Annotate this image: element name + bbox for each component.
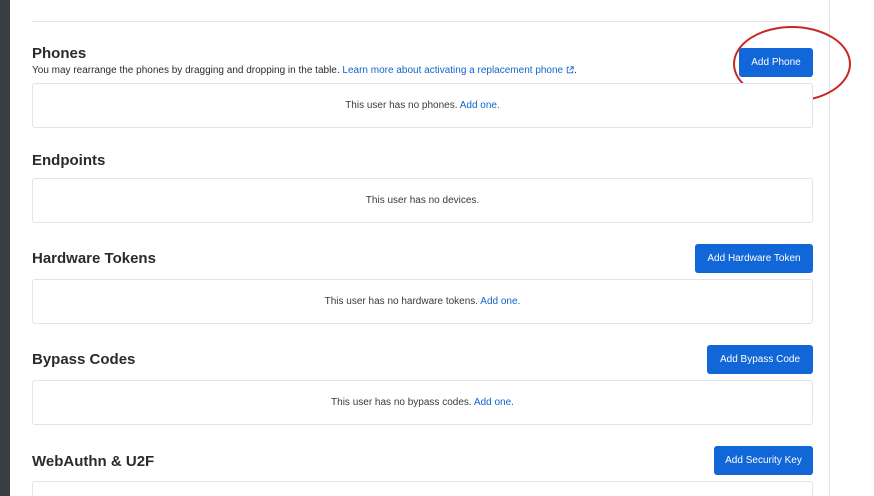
hardware-tokens-empty-message: This user has no hardware tokens. Add on…: [325, 296, 521, 307]
external-link-icon: [566, 66, 574, 74]
phones-description-end: .: [574, 65, 577, 76]
add-security-key-button[interactable]: Add Security Key: [714, 446, 813, 475]
endpoints-empty-message: This user has no devices.: [365, 195, 480, 206]
endpoints-section-title: Endpoints: [32, 152, 106, 169]
phones-description: You may rearrange the phones by dragging…: [32, 65, 577, 77]
hardware-tokens-empty-text: This user has no hardware tokens.: [324, 296, 479, 307]
top-divider: [32, 21, 813, 22]
add-hardware-token-link[interactable]: Add one.: [480, 296, 520, 307]
add-phone-link[interactable]: Add one.: [460, 100, 500, 111]
bypass-codes-empty-text: This user has no bypass codes.: [331, 397, 472, 408]
add-phone-button[interactable]: Add Phone: [739, 48, 813, 77]
content-panel: Phones You may rearrange the phones by d…: [10, 0, 851, 496]
webauthn-table: [32, 481, 813, 496]
learn-more-replacement-phone-link[interactable]: Learn more about activating a replacemen…: [342, 65, 574, 76]
bypass-codes-section-title: Bypass Codes: [32, 351, 136, 368]
phones-section-title: Phones: [32, 45, 87, 62]
bypass-codes-empty-table: This user has no bypass codes. Add one.: [32, 380, 813, 425]
left-sidebar-rail: [0, 0, 10, 496]
webauthn-section-title: WebAuthn & U2F: [32, 453, 155, 470]
phones-empty-table: This user has no phones. Add one.: [32, 83, 813, 128]
hardware-tokens-section-title: Hardware Tokens: [32, 250, 156, 267]
add-bypass-code-button[interactable]: Add Bypass Code: [707, 345, 813, 374]
endpoints-empty-table: This user has no devices.: [32, 178, 813, 223]
learn-more-link-text: Learn more about activating a replacemen…: [342, 65, 564, 76]
add-hardware-token-button[interactable]: Add Hardware Token: [695, 244, 813, 273]
hardware-tokens-empty-table: This user has no hardware tokens. Add on…: [32, 279, 813, 324]
phones-empty-text: This user has no phones.: [345, 100, 458, 111]
phones-description-text: You may rearrange the phones by dragging…: [32, 65, 340, 76]
add-bypass-code-link[interactable]: Add one.: [474, 397, 514, 408]
user-devices-page: Phones You may rearrange the phones by d…: [0, 0, 874, 496]
phones-empty-message: This user has no phones. Add one.: [345, 100, 500, 111]
bypass-codes-empty-message: This user has no bypass codes. Add one.: [331, 397, 514, 408]
